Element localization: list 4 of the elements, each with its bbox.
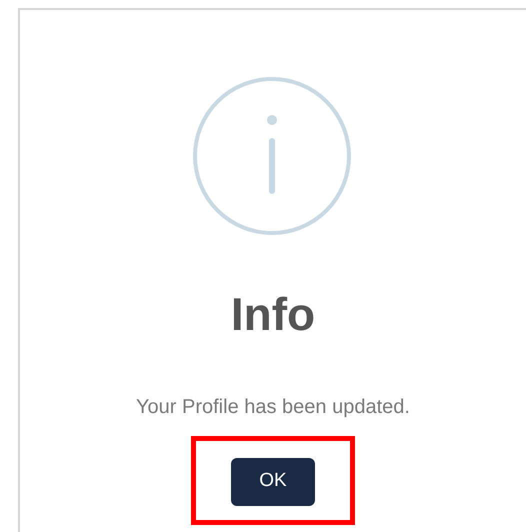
dialog-title: Info — [230, 287, 316, 341]
dialog-message: Your Profile has been updated. — [136, 395, 410, 419]
ok-button[interactable]: OK — [231, 458, 315, 506]
info-icon — [192, 76, 352, 236]
